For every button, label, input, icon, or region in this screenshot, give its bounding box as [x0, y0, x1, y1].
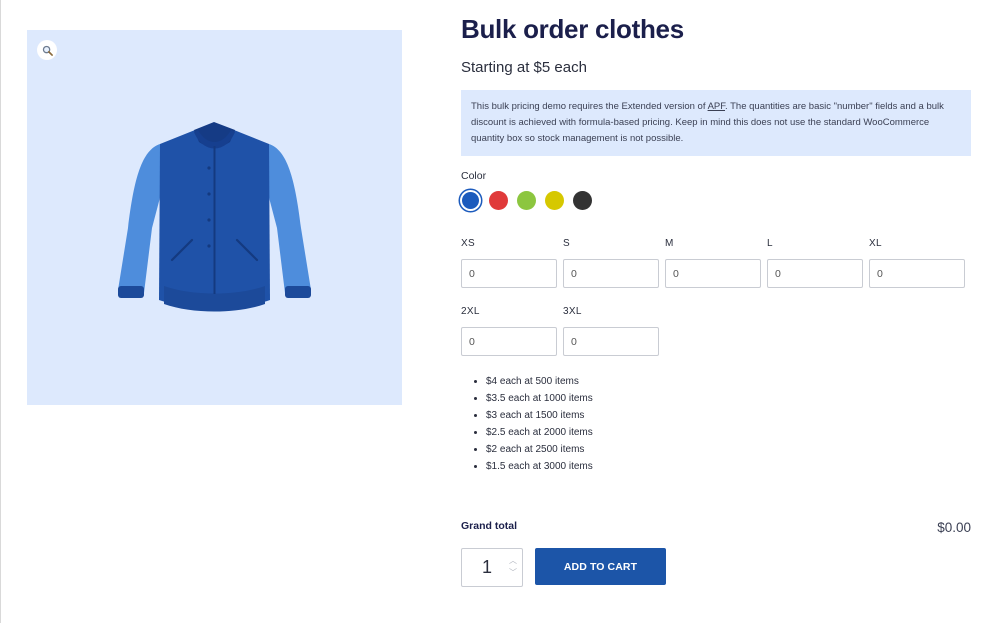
- size-input-xl[interactable]: [869, 259, 965, 288]
- pricing-tiers-list: $4 each at 500 items $3.5 each at 1000 i…: [472, 373, 593, 475]
- color-label: Color: [461, 170, 487, 182]
- list-item: $1.5 each at 3000 items: [486, 458, 593, 475]
- apf-link[interactable]: APF: [708, 101, 725, 112]
- color-swatch-black[interactable]: [573, 191, 592, 210]
- color-swatch-red[interactable]: [489, 191, 508, 210]
- size-input-l[interactable]: [767, 259, 863, 288]
- size-input-3xl[interactable]: [563, 327, 659, 356]
- grand-total-value: $0.00: [937, 520, 971, 535]
- chevron-down-icon[interactable]: ﹀: [508, 567, 518, 579]
- chevron-up-icon[interactable]: ︿: [508, 555, 518, 567]
- info-notice: This bulk pricing demo requires the Exte…: [461, 90, 971, 156]
- list-item: $2.5 each at 2000 items: [486, 424, 593, 441]
- size-label-l: L: [767, 238, 773, 249]
- product-image-panel: [27, 30, 402, 405]
- list-item: $3.5 each at 1000 items: [486, 390, 593, 407]
- size-input-m[interactable]: [665, 259, 761, 288]
- size-label-m: M: [665, 238, 674, 249]
- color-swatch-green[interactable]: [517, 191, 536, 210]
- product-title: Bulk order clothes: [461, 14, 684, 44]
- jacket-image: [118, 122, 311, 312]
- list-item: $4 each at 500 items: [486, 373, 593, 390]
- quantity-value[interactable]: 1: [462, 557, 512, 578]
- size-input-2xl[interactable]: [461, 327, 557, 356]
- color-swatches: [461, 191, 592, 210]
- product-price: Starting at $5 each: [461, 59, 587, 76]
- color-swatch-yellow[interactable]: [545, 191, 564, 210]
- grand-total-label: Grand total: [461, 520, 518, 532]
- list-item: $3 each at 1500 items: [486, 407, 593, 424]
- color-swatch-blue[interactable]: [462, 192, 479, 209]
- notice-text-start: This bulk pricing demo requires the Exte…: [471, 101, 708, 112]
- size-input-s[interactable]: [563, 259, 659, 288]
- list-item: $2 each at 2500 items: [486, 441, 593, 458]
- magnifier-icon[interactable]: [37, 40, 57, 60]
- size-input-xs[interactable]: [461, 259, 557, 288]
- size-label-3xl: 3XL: [563, 306, 582, 317]
- size-label-xs: XS: [461, 238, 475, 249]
- size-label-xl: XL: [869, 238, 882, 249]
- add-to-cart-button[interactable]: ADD TO CART: [535, 548, 666, 585]
- quantity-arrows[interactable]: ︿ ﹀: [508, 555, 518, 579]
- size-label-s: S: [563, 238, 570, 249]
- page-left-border: [0, 0, 1, 623]
- size-label-2xl: 2XL: [461, 306, 480, 317]
- quantity-stepper[interactable]: 1 ︿ ﹀: [461, 548, 523, 587]
